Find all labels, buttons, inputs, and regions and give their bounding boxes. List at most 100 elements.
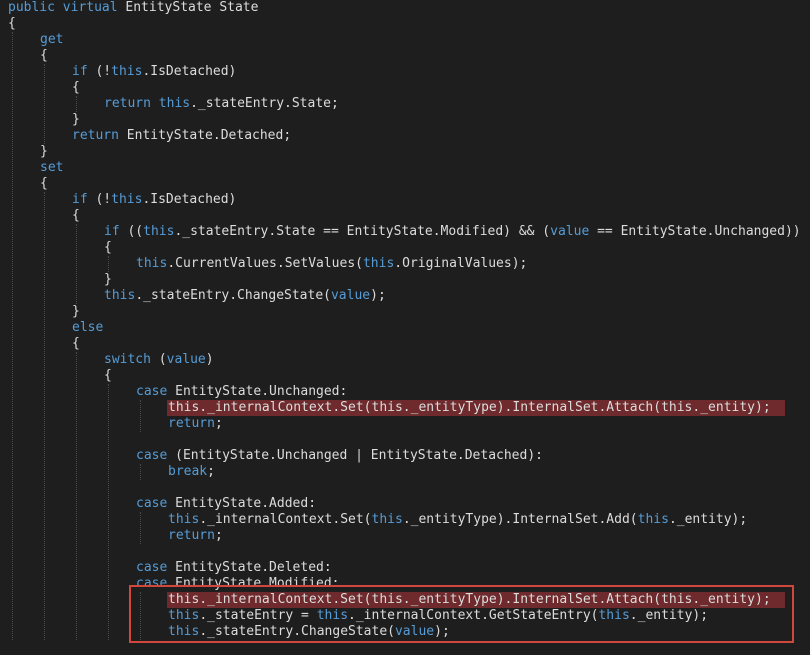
code-line[interactable]: {	[104, 368, 112, 384]
indent-guide	[76, 96, 77, 112]
code-keyword: public virtual	[8, 0, 118, 15]
code-line[interactable]: this._stateEntry.ChangeState(value);	[104, 288, 386, 304]
code-line[interactable]: {	[40, 176, 48, 192]
code-keyword: return	[168, 416, 215, 431]
indent-guide	[12, 32, 13, 640]
code-line[interactable]: }	[40, 144, 48, 160]
code-line[interactable]: get	[40, 32, 63, 48]
code-text: EntityState.Unchanged:	[167, 384, 348, 399]
code-keyword: value	[330, 288, 371, 303]
code-text: EntityState State	[117, 0, 259, 15]
indent-guide	[44, 192, 45, 640]
code-text: ;	[207, 464, 215, 479]
code-text: ._entity);	[668, 512, 748, 527]
code-text: .OriginalValues);	[394, 256, 528, 271]
code-keyword: this	[158, 96, 191, 111]
code-keyword: return	[104, 96, 151, 111]
code-keyword: get	[40, 32, 64, 47]
code-line[interactable]: case EntityState.Deleted:	[136, 560, 332, 576]
code-text: (	[150, 352, 167, 367]
code-keyword: this	[371, 512, 403, 527]
code-line[interactable]: public virtual EntityState State	[8, 0, 258, 16]
code-text: {	[104, 368, 112, 383]
code-text: ._internalContext.Set(	[199, 512, 372, 527]
indent-guide	[140, 512, 141, 544]
code-line[interactable]: switch (value)	[104, 352, 214, 368]
code-keyword: case	[136, 448, 168, 463]
code-keyword: this	[136, 256, 168, 271]
code-text: ._stateEntry.State;	[190, 96, 339, 111]
code-text: }	[40, 144, 48, 159]
code-line[interactable]: if ((this._stateEntry.State == EntitySta…	[104, 224, 801, 240]
indent-guide	[76, 352, 77, 640]
code-keyword: case	[136, 560, 168, 575]
code-line[interactable]: if (!this.IsDetached)	[72, 64, 236, 80]
code-line[interactable]: return;	[168, 416, 223, 432]
code-text: ._stateEntry.State == EntityState.Modifi…	[174, 224, 551, 239]
code-line[interactable]: case EntityState.Unchanged:	[136, 384, 347, 400]
code-line[interactable]: if (!this.IsDetached)	[72, 192, 236, 208]
code-keyword: this	[637, 512, 669, 527]
code-keyword: break	[168, 464, 208, 479]
code-keyword: value	[550, 224, 590, 239]
code-line[interactable]: return EntityState.Detached;	[72, 128, 291, 144]
code-keyword: if	[72, 64, 88, 79]
code-line[interactable]: else	[72, 320, 103, 336]
code-text: ((	[119, 224, 144, 239]
code-line[interactable]: case (EntityState.Unchanged | EntityStat…	[136, 448, 543, 464]
code-text: );	[370, 288, 386, 303]
code-text: (!	[87, 64, 112, 79]
code-keyword: case	[136, 384, 168, 399]
code-line[interactable]: set	[40, 160, 63, 176]
indent-guide	[140, 464, 141, 480]
code-editor[interactable]: public virtual EntityState State{get{if …	[0, 0, 810, 655]
code-keyword: value	[166, 352, 206, 367]
code-text: .IsDetached)	[142, 64, 237, 79]
code-line[interactable]: return;	[168, 528, 223, 544]
code-text: EntityState.Deleted:	[167, 560, 332, 575]
code-text: == EntityState.Unchanged))	[589, 224, 801, 239]
code-line[interactable]: break;	[168, 464, 215, 480]
code-line[interactable]: this.CurrentValues.SetValues(this.Origin…	[136, 256, 527, 272]
code-keyword: case	[136, 496, 168, 511]
code-line[interactable]: {	[8, 16, 16, 32]
code-line[interactable]: this._internalContext.Set(this._entityTy…	[168, 400, 771, 416]
code-line[interactable]: {	[72, 336, 80, 352]
code-line[interactable]: }	[72, 112, 80, 128]
code-text: }	[72, 304, 80, 319]
code-line[interactable]: }	[72, 304, 80, 320]
code-line[interactable]: }	[104, 272, 112, 288]
code-keyword: return	[168, 528, 215, 543]
code-line[interactable]: case EntityState.Added:	[136, 496, 316, 512]
code-line[interactable]: {	[72, 80, 80, 96]
code-keyword: this	[111, 192, 143, 207]
indent-guide	[108, 256, 109, 272]
indent-guide	[140, 400, 141, 432]
code-text: EntityState.Detached;	[118, 128, 292, 143]
code-keyword: switch	[104, 352, 151, 367]
code-line[interactable]: {	[104, 240, 112, 256]
code-text: EntityState.Added:	[167, 496, 317, 511]
code-text: this._internalContext.Set(this._entityTy…	[168, 400, 771, 415]
code-text: {	[40, 176, 48, 191]
code-text: (!	[87, 192, 112, 207]
code-text: {	[72, 208, 80, 223]
code-keyword: this	[362, 256, 395, 271]
code-keyword: if	[72, 192, 88, 207]
code-text: )	[205, 352, 214, 367]
code-line[interactable]: this._internalContext.Set(this._entityTy…	[168, 512, 747, 528]
code-keyword: this	[168, 512, 200, 527]
code-line[interactable]: {	[40, 48, 48, 64]
code-line[interactable]: return this._stateEntry.State;	[104, 96, 339, 112]
code-text: ._entityType).InternalSet.Add(	[402, 512, 638, 527]
code-text: }	[72, 112, 80, 127]
indent-guide	[44, 64, 45, 144]
code-text: (EntityState.Unchanged | EntityState.Det…	[167, 448, 543, 463]
code-line[interactable]: {	[72, 208, 80, 224]
code-text: .CurrentValues.SetValues(	[167, 256, 363, 271]
code-keyword: set	[40, 160, 64, 175]
code-keyword: if	[104, 224, 120, 239]
code-text: {	[40, 48, 48, 63]
code-text: {	[8, 16, 16, 31]
annotation-box	[129, 585, 794, 643]
